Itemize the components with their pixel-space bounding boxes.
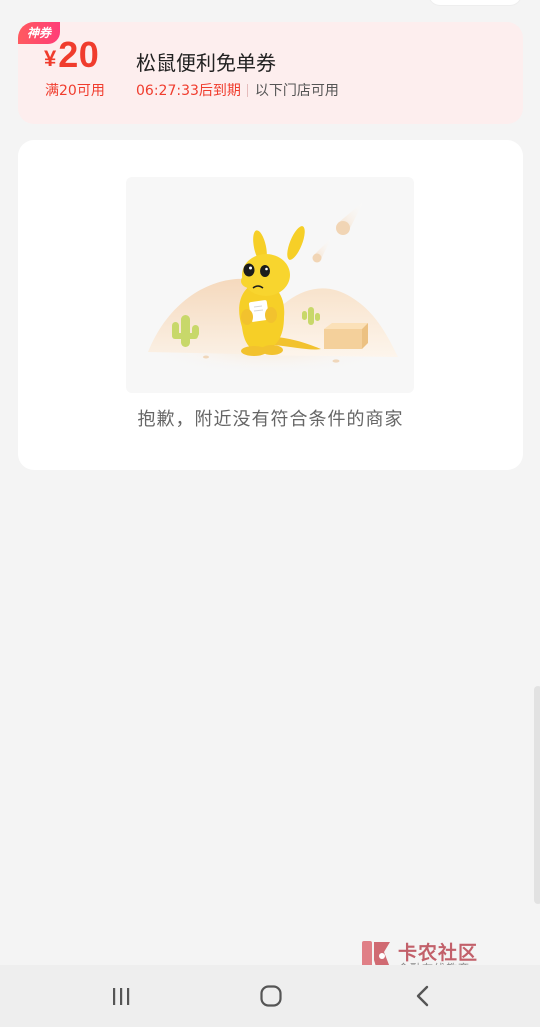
- coupon-amount: ¥20: [44, 34, 99, 76]
- coupon-store-scope: 以下门店可用: [254, 83, 339, 99]
- currency-symbol: ¥: [44, 46, 57, 71]
- back-icon: [416, 985, 429, 1007]
- empty-state-message: 抱歉，附近没有符合条件的商家: [137, 409, 404, 430]
- empty-kangaroo-illustration: [126, 177, 414, 393]
- divider: [246, 83, 248, 97]
- system-navigation-bar: [0, 965, 540, 1027]
- coupon-amount-value: 20: [58, 34, 100, 75]
- home-button[interactable]: [247, 975, 295, 1017]
- coupon-subline: 06:27:33后到期 以下门店可用: [136, 80, 339, 100]
- coupon-condition: 满20可用: [45, 83, 105, 99]
- scrollbar-thumb[interactable]: [534, 686, 540, 904]
- coupon-expire-countdown: 06:27:33后到期: [136, 83, 241, 99]
- home-icon: [260, 985, 282, 1007]
- coupon-card[interactable]: 神券 ¥20 满20可用 松鼠便利免单券 06:27:33后到期 以下门店可用: [18, 22, 523, 124]
- recents-icon: [113, 988, 130, 1005]
- kangaroo-desert-illustration: [142, 201, 398, 375]
- empty-state-card: 抱歉，附近没有符合条件的商家: [18, 140, 523, 470]
- top-partial-pill[interactable]: [428, 0, 522, 6]
- coupon-title: 松鼠便利免单券: [136, 51, 276, 75]
- recents-button[interactable]: [97, 975, 145, 1017]
- back-button[interactable]: [399, 975, 447, 1017]
